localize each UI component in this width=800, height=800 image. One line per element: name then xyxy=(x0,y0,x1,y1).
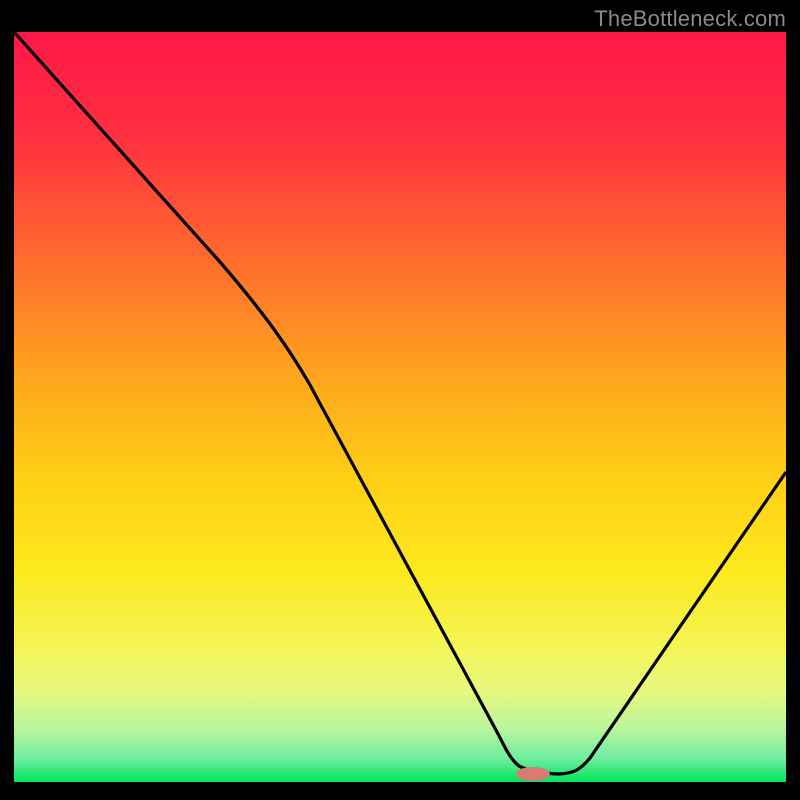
optimal-point-marker xyxy=(516,767,550,781)
bottleneck-chart xyxy=(0,0,800,800)
chart-container: { "watermark": { "text": "TheBottleneck.… xyxy=(0,0,800,800)
plot-background-gradient xyxy=(14,32,786,782)
